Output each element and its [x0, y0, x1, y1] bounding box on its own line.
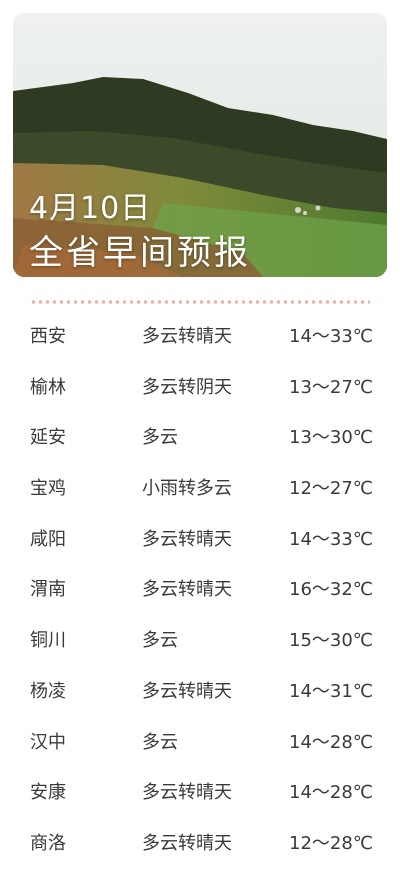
temperature-range: 14～28℃ — [289, 782, 374, 804]
header-banner: 4月10日 全省早间预报 — [13, 13, 387, 277]
weather-condition: 多云 — [142, 731, 178, 753]
weather-condition: 多云转晴天 — [142, 832, 232, 854]
weather-condition: 小雨转多云 — [142, 478, 232, 500]
forecast-list: 西安 多云转晴天 14～33℃ 榆林 多云转阴天 13～27℃ 延安 多云 13… — [0, 308, 400, 866]
city-name: 咸阳 — [30, 528, 66, 550]
list-item: 延安 多云 13～30℃ — [0, 409, 400, 460]
weather-condition: 多云转晴天 — [142, 579, 232, 601]
list-item: 榆林 多云转阴天 13～27℃ — [0, 359, 400, 410]
list-item: 西安 多云转晴天 14～33℃ — [0, 308, 400, 359]
list-item: 汉中 多云 14～28℃ — [0, 714, 400, 765]
temperature-range: 12～28℃ — [289, 832, 374, 854]
city-name: 杨凌 — [30, 680, 66, 702]
city-name: 安康 — [30, 782, 66, 804]
weather-condition: 多云转晴天 — [142, 326, 232, 347]
city-name: 铜川 — [30, 630, 66, 652]
temperature-range: 12～27℃ — [289, 478, 374, 500]
weather-condition: 多云转阴天 — [142, 376, 232, 398]
temperature-range: 13～30℃ — [289, 427, 374, 449]
weather-condition: 多云转晴天 — [142, 528, 232, 550]
weather-condition: 多云 — [142, 630, 178, 652]
weather-condition: 多云转晴天 — [142, 680, 232, 702]
temperature-range: 14～28℃ — [289, 731, 374, 753]
list-item: 铜川 多云 15～30℃ — [0, 612, 400, 663]
temperature-range: 14～33℃ — [289, 326, 374, 347]
city-name: 渭南 — [30, 579, 66, 601]
city-name: 榆林 — [30, 376, 66, 398]
list-item: 渭南 多云转晴天 16～32℃ — [0, 561, 400, 612]
temperature-range: 14～33℃ — [289, 528, 374, 550]
city-name: 延安 — [30, 427, 66, 449]
dotted-divider — [30, 300, 370, 304]
list-item: 商洛 多云转晴天 12～28℃ — [0, 815, 400, 866]
temperature-range: 13～27℃ — [289, 376, 374, 398]
banner-date: 4月10日 — [29, 191, 152, 226]
list-item: 宝鸡 小雨转多云 12～27℃ — [0, 460, 400, 511]
temperature-range: 15～30℃ — [289, 630, 374, 652]
city-name: 西安 — [30, 326, 66, 347]
temperature-range: 14～31℃ — [289, 680, 374, 702]
weather-condition: 多云转晴天 — [142, 782, 232, 804]
banner-title: 全省早间预报 — [29, 233, 251, 273]
list-item: 咸阳 多云转晴天 14～33℃ — [0, 511, 400, 562]
list-item: 安康 多云转晴天 14～28℃ — [0, 764, 400, 815]
weather-condition: 多云 — [142, 427, 178, 449]
temperature-range: 16～32℃ — [289, 579, 374, 601]
list-item: 杨凌 多云转晴天 14～31℃ — [0, 663, 400, 714]
city-name: 汉中 — [30, 731, 66, 753]
city-name: 商洛 — [30, 832, 66, 854]
city-name: 宝鸡 — [30, 478, 66, 500]
